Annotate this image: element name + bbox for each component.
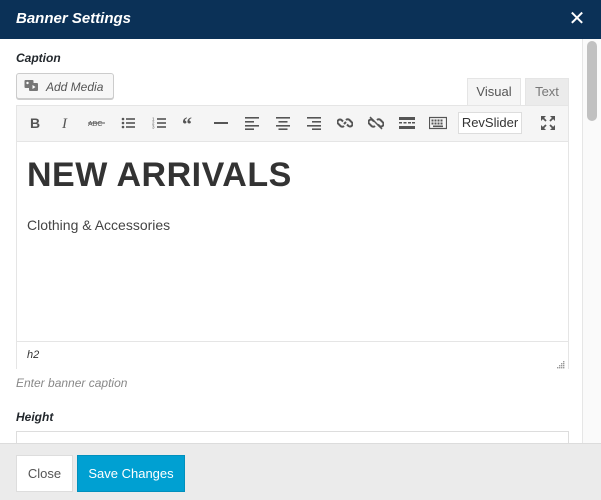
- revslider-button[interactable]: RevSlider: [458, 112, 522, 134]
- editor-content[interactable]: NEW ARRIVALS Clothing & Accessories: [17, 142, 568, 342]
- link-icon[interactable]: [332, 111, 358, 135]
- bold-icon[interactable]: B: [22, 111, 48, 135]
- editor-statusbar: h2: [17, 341, 568, 369]
- dialog-body: Caption Add Media Visual Text B I ABC 1 …: [0, 39, 583, 443]
- svg-text:I: I: [61, 116, 68, 130]
- align-center-icon[interactable]: [270, 111, 296, 135]
- scrollbar-thumb[interactable]: [587, 41, 597, 121]
- svg-text:B: B: [30, 116, 40, 130]
- banner-settings-dialog: Banner Settings ✕ Caption Add Media Visu…: [0, 0, 601, 500]
- dialog-titlebar: Banner Settings ✕: [0, 0, 601, 39]
- read-more-icon[interactable]: [394, 111, 420, 135]
- height-input[interactable]: [16, 431, 569, 443]
- svg-text:3: 3: [152, 125, 155, 130]
- align-left-icon[interactable]: [239, 111, 265, 135]
- svg-text:ABC: ABC: [88, 121, 102, 128]
- caption-label: Caption: [16, 51, 61, 65]
- element-path[interactable]: h2: [27, 349, 39, 361]
- add-media-button[interactable]: Add Media: [16, 73, 114, 99]
- blockquote-icon[interactable]: “: [177, 111, 203, 135]
- close-icon[interactable]: ✕: [567, 9, 587, 29]
- caption-heading[interactable]: NEW ARRIVALS: [27, 156, 292, 195]
- caption-paragraph[interactable]: Clothing & Accessories: [27, 217, 170, 233]
- dialog-footer: Close Save Changes: [0, 443, 601, 500]
- media-icon: [24, 79, 40, 93]
- numbered-list-icon[interactable]: 1 2 3: [146, 111, 172, 135]
- tab-visual[interactable]: Visual: [467, 78, 521, 105]
- fullscreen-icon[interactable]: [535, 111, 561, 135]
- resize-handle-icon[interactable]: [556, 356, 565, 369]
- bulleted-list-icon[interactable]: [115, 111, 141, 135]
- unlink-icon[interactable]: [363, 111, 389, 135]
- align-right-icon[interactable]: [301, 111, 327, 135]
- caption-editor: B I ABC 1 2 3 “ RevSlider NEW ARRIVALS C…: [16, 105, 569, 369]
- horizontal-line-icon[interactable]: [208, 111, 234, 135]
- italic-icon[interactable]: I: [53, 111, 79, 135]
- caption-hint: Enter banner caption: [16, 376, 128, 390]
- strikethrough-icon[interactable]: ABC: [84, 111, 110, 135]
- dialog-scrollbar[interactable]: [582, 39, 601, 443]
- editor-toolbar: B I ABC 1 2 3 “ RevSlider: [17, 106, 568, 142]
- add-media-label: Add Media: [46, 80, 104, 94]
- keyboard-icon[interactable]: [425, 111, 451, 135]
- save-changes-button[interactable]: Save Changes: [77, 455, 185, 492]
- height-label: Height: [16, 410, 54, 424]
- tab-text[interactable]: Text: [525, 78, 569, 105]
- dialog-title: Banner Settings: [16, 10, 132, 27]
- close-button[interactable]: Close: [16, 455, 73, 492]
- svg-text:“: “: [182, 116, 192, 130]
